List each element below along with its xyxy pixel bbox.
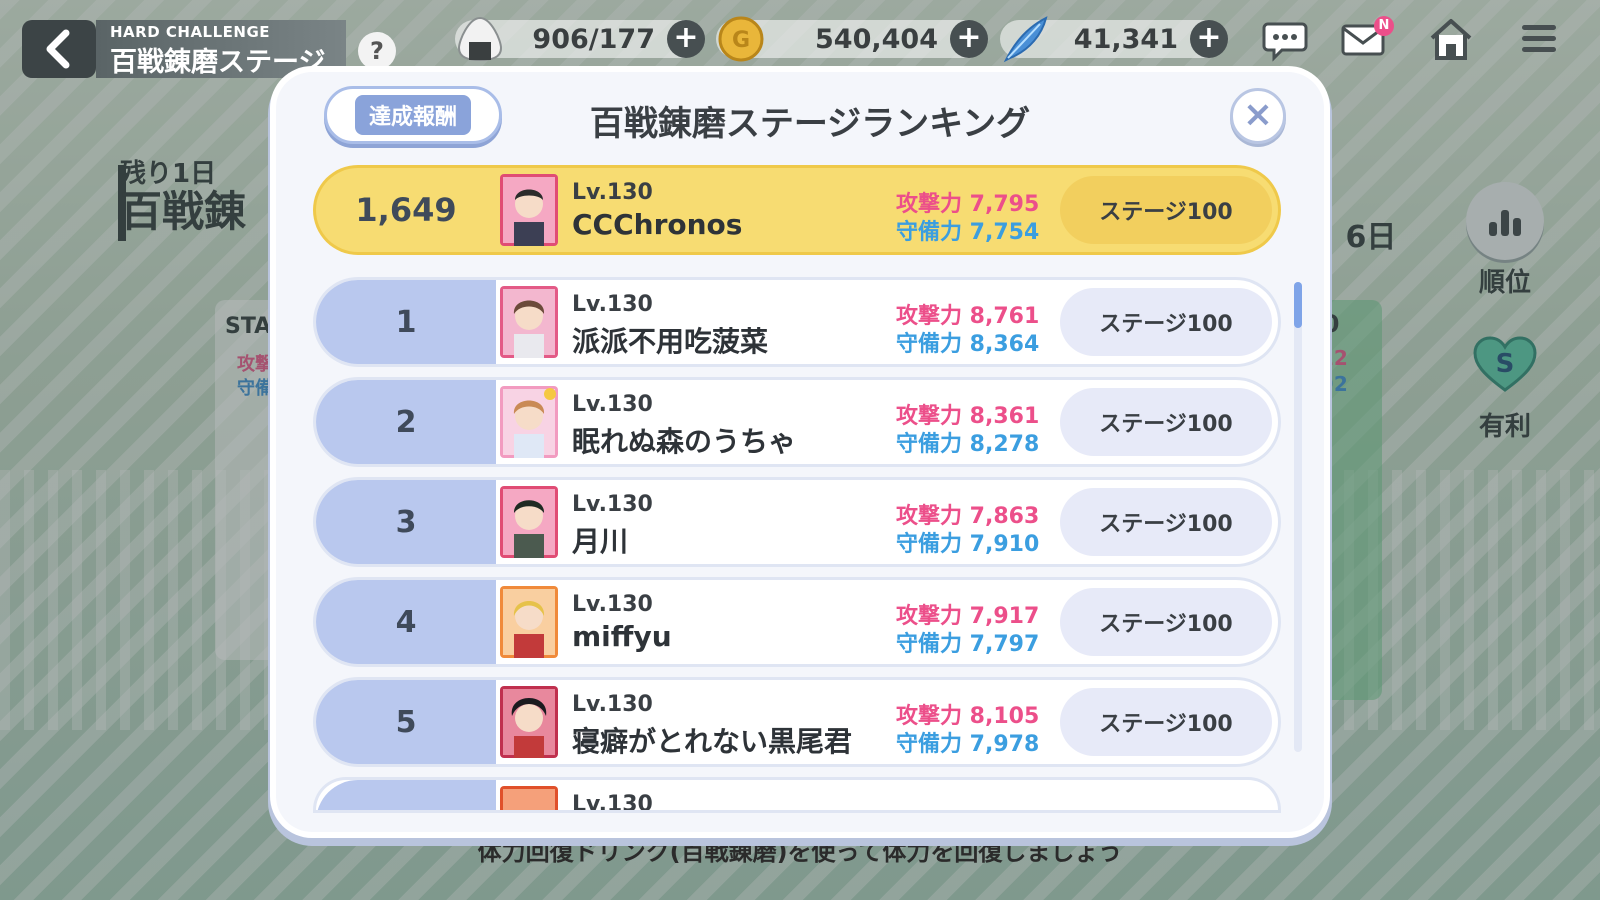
mail-badge: N bbox=[1374, 16, 1394, 36]
player-level: Lv.130 bbox=[572, 292, 653, 317]
player-stage: ステージ100 bbox=[1060, 388, 1272, 456]
close-button[interactable]: × bbox=[1230, 88, 1286, 144]
self-level: Lv.130 bbox=[572, 180, 653, 205]
rice-ball-icon bbox=[457, 16, 503, 62]
player-level: Lv.130 bbox=[572, 392, 653, 417]
player-name: 眠れぬ森のうちゃ bbox=[572, 425, 797, 458]
home-icon[interactable] bbox=[1428, 16, 1474, 62]
ranking-row[interactable]: 5 Lv.130 寝癖がとれない黒尾君 攻撃力 8,105 守備力 7,978 … bbox=[316, 680, 1278, 764]
ranking-row[interactable]: 3 Lv.130 月川 攻撃力 7,863 守備力 7,910 ステージ100 bbox=[316, 480, 1278, 564]
screen-subtitle: HARD CHALLENGE bbox=[110, 23, 271, 41]
ranking-row[interactable]: 2 Lv.130 眠れぬ森のうちゃ 攻撃力 8,361 守備力 8,278 ステ… bbox=[316, 380, 1278, 464]
avatar bbox=[500, 174, 558, 246]
ranking-row[interactable]: 1 Lv.130 派派不用吃菠菜 攻撃力 8,761 守備力 8,364 ステー… bbox=[316, 280, 1278, 364]
rank-number: 1 bbox=[316, 280, 496, 364]
coin-resource: G 540,404 + bbox=[716, 16, 988, 62]
mail-button[interactable]: N bbox=[1340, 16, 1394, 62]
player-name: miffyu bbox=[572, 620, 672, 653]
player-level-partial: Lv.130 bbox=[572, 792, 653, 810]
top-bar: HARD CHALLENGE 百戦錬磨ステージ ? 906/177 + G 54… bbox=[0, 0, 1600, 78]
avatar bbox=[500, 786, 558, 810]
back-button[interactable] bbox=[22, 20, 96, 78]
self-rank: 1,649 bbox=[355, 191, 457, 229]
add-feathers-button[interactable]: + bbox=[1190, 20, 1228, 58]
self-player-name: CCChronos bbox=[572, 208, 743, 241]
stamina-hint: 体力回復ドリンク(百戦錬磨)を使って体力を回復しましょう bbox=[477, 838, 1123, 866]
avatar bbox=[500, 586, 558, 658]
player-defense: 守備力 7,797 bbox=[896, 632, 1040, 657]
avatar bbox=[500, 386, 558, 458]
player-level: Lv.130 bbox=[572, 592, 653, 617]
rank-number: 2 bbox=[316, 380, 496, 464]
rank-number: 5 bbox=[316, 680, 496, 764]
player-defense: 守備力 7,910 bbox=[896, 532, 1040, 557]
modal-header: 達成報酬 百戦錬磨ステージランキング × bbox=[276, 72, 1324, 156]
scrollbar-thumb[interactable] bbox=[1294, 282, 1302, 328]
feather-icon bbox=[1003, 16, 1048, 63]
player-name: 寝癖がとれない黒尾君 bbox=[572, 725, 853, 758]
avatar bbox=[500, 286, 558, 358]
player-defense: 守備力 7,978 bbox=[896, 732, 1040, 757]
player-name: 派派不用吃菠菜 bbox=[572, 325, 769, 358]
screen-title-plate: HARD CHALLENGE 百戦錬磨ステージ bbox=[96, 20, 346, 78]
player-defense: 守備力 8,278 bbox=[896, 432, 1040, 457]
help-button[interactable]: ? bbox=[358, 32, 396, 70]
rank-number: 3 bbox=[316, 480, 496, 564]
ranking-row[interactable]: 4 Lv.130 miffyu 攻撃力 7,917 守備力 7,797 ステージ… bbox=[316, 580, 1278, 664]
rank-number-partial bbox=[316, 780, 496, 810]
self-ranking-row[interactable]: 1,649 Lv.130 CCChronos 攻撃力 7,795 守備力 7,7… bbox=[316, 168, 1278, 252]
player-stage: ステージ100 bbox=[1060, 588, 1272, 656]
menu-icon[interactable] bbox=[1516, 16, 1562, 62]
add-coins-button[interactable]: + bbox=[950, 20, 988, 58]
feather-resource: 41,341 + bbox=[1000, 16, 1228, 63]
player-defense: 守備力 8,364 bbox=[896, 332, 1040, 357]
back-arrow-icon bbox=[46, 29, 70, 69]
player-level: Lv.130 bbox=[572, 492, 653, 517]
rank-number: 4 bbox=[316, 580, 496, 664]
player-stage: ステージ100 bbox=[1060, 688, 1272, 756]
coin-icon: G bbox=[718, 16, 764, 62]
player-stage: ステージ100 bbox=[1060, 288, 1272, 356]
player-name: 月川 bbox=[572, 525, 629, 558]
chat-icon[interactable] bbox=[1262, 16, 1308, 62]
player-stage: ステージ100 bbox=[1060, 488, 1272, 556]
modal-title: 百戦錬磨ステージランキング bbox=[589, 104, 1031, 144]
player-level: Lv.130 bbox=[572, 692, 653, 717]
svg-text:G: G bbox=[732, 28, 750, 53]
avatar bbox=[500, 486, 558, 558]
ranking-modal: 達成報酬 百戦錬磨ステージランキング × 1,649 Lv.130 CCChro… bbox=[276, 72, 1324, 832]
ranking-scrollbar[interactable] bbox=[1294, 282, 1302, 752]
avatar bbox=[500, 686, 558, 758]
self-defense: 守備力 7,754 bbox=[896, 220, 1040, 245]
self-stage: ステージ100 bbox=[1060, 176, 1272, 244]
stamina-resource: 906/177 + bbox=[455, 16, 705, 62]
ranking-row-partial[interactable]: Lv.130 bbox=[316, 780, 1278, 810]
add-stamina-button[interactable]: + bbox=[667, 20, 705, 58]
